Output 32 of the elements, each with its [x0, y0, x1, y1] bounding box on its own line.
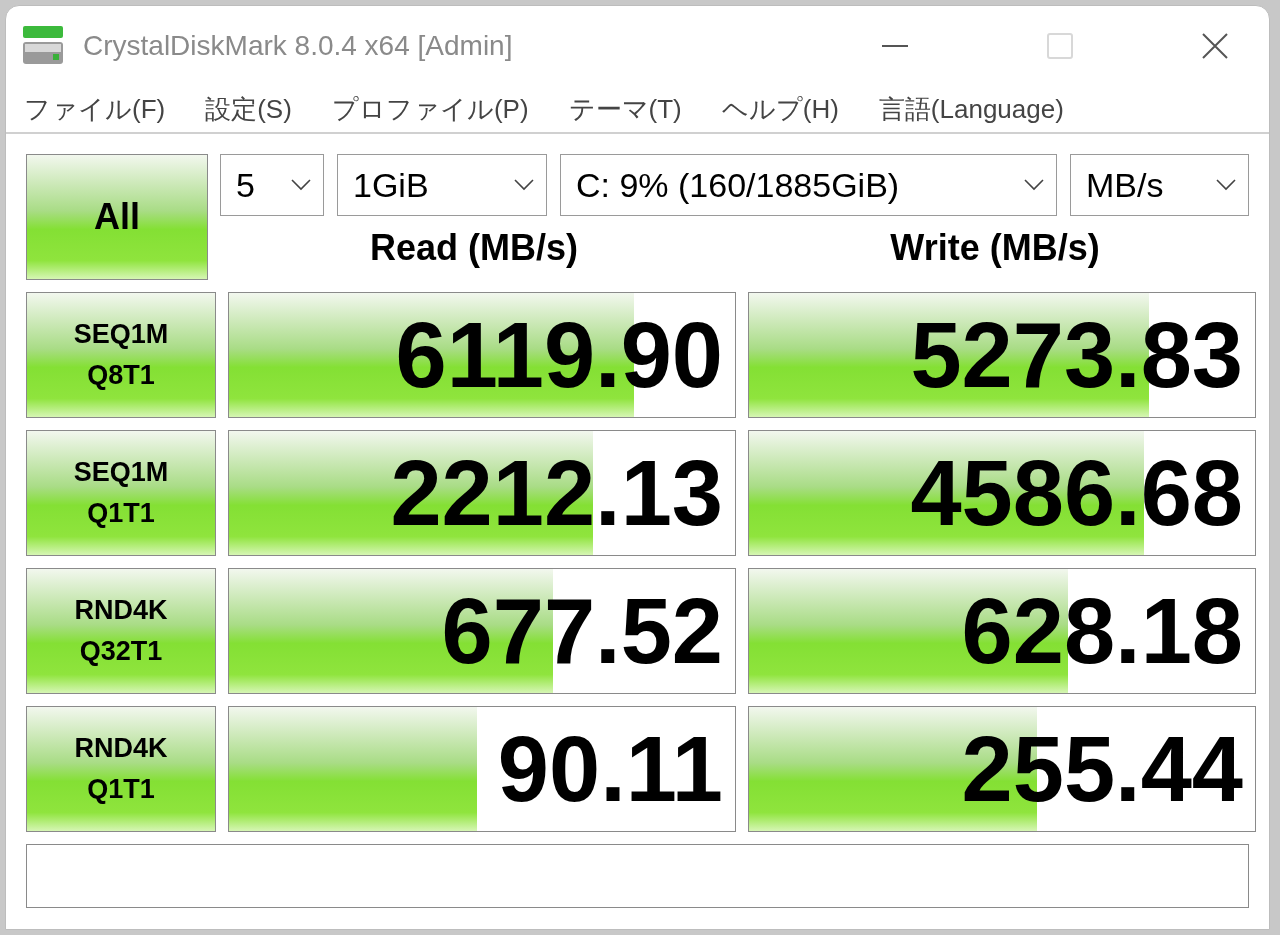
dropdown[interactable]: C: 9% (160/1885GiB) [560, 154, 1057, 216]
close-icon [1201, 32, 1229, 60]
test-button[interactable]: SEQ1M Q1T1 [26, 430, 216, 556]
menu-item[interactable]: ファイル(F) [24, 89, 166, 129]
column-header: Write (MB/s) [890, 226, 1100, 270]
column-header: Read (MB/s) [370, 226, 578, 270]
chevron-down-icon [514, 179, 534, 191]
maximize-icon [1047, 33, 1073, 59]
test-button[interactable]: SEQ1M Q8T1 [26, 292, 216, 418]
chevron-down-icon [1024, 179, 1044, 191]
chevron-down-icon [1216, 179, 1236, 191]
dropdown[interactable]: 5 [220, 154, 324, 216]
result-value: 677.52 [441, 585, 723, 677]
result-value: 90.11 [497, 723, 723, 815]
result-value: 628.18 [961, 585, 1243, 677]
all-button[interactable]: All [26, 154, 208, 280]
menu-item[interactable]: 言語(Language) [878, 89, 1064, 129]
test-button[interactable]: RND4K Q32T1 [26, 568, 216, 694]
menu-item[interactable]: プロファイル(P) [331, 89, 529, 129]
result-value: 255.44 [961, 723, 1243, 815]
menu-item[interactable]: ヘルプ(H) [721, 89, 839, 129]
chevron-down-icon [291, 179, 311, 191]
result-value: 4586.68 [910, 447, 1243, 539]
dropdown[interactable]: 1GiB [337, 154, 547, 216]
menu-item[interactable]: テーマ(T) [568, 89, 682, 129]
minimize-icon [882, 45, 908, 47]
test-button[interactable]: RND4K Q1T1 [26, 706, 216, 832]
result-value: 2212.13 [390, 447, 723, 539]
comment-field[interactable] [26, 844, 1249, 908]
menu-item[interactable]: 設定(S) [205, 89, 292, 129]
dropdown[interactable]: MB/s [1070, 154, 1249, 216]
window-title: CrystalDiskMark 8.0.4 x64 [Admin] [83, 29, 513, 63]
